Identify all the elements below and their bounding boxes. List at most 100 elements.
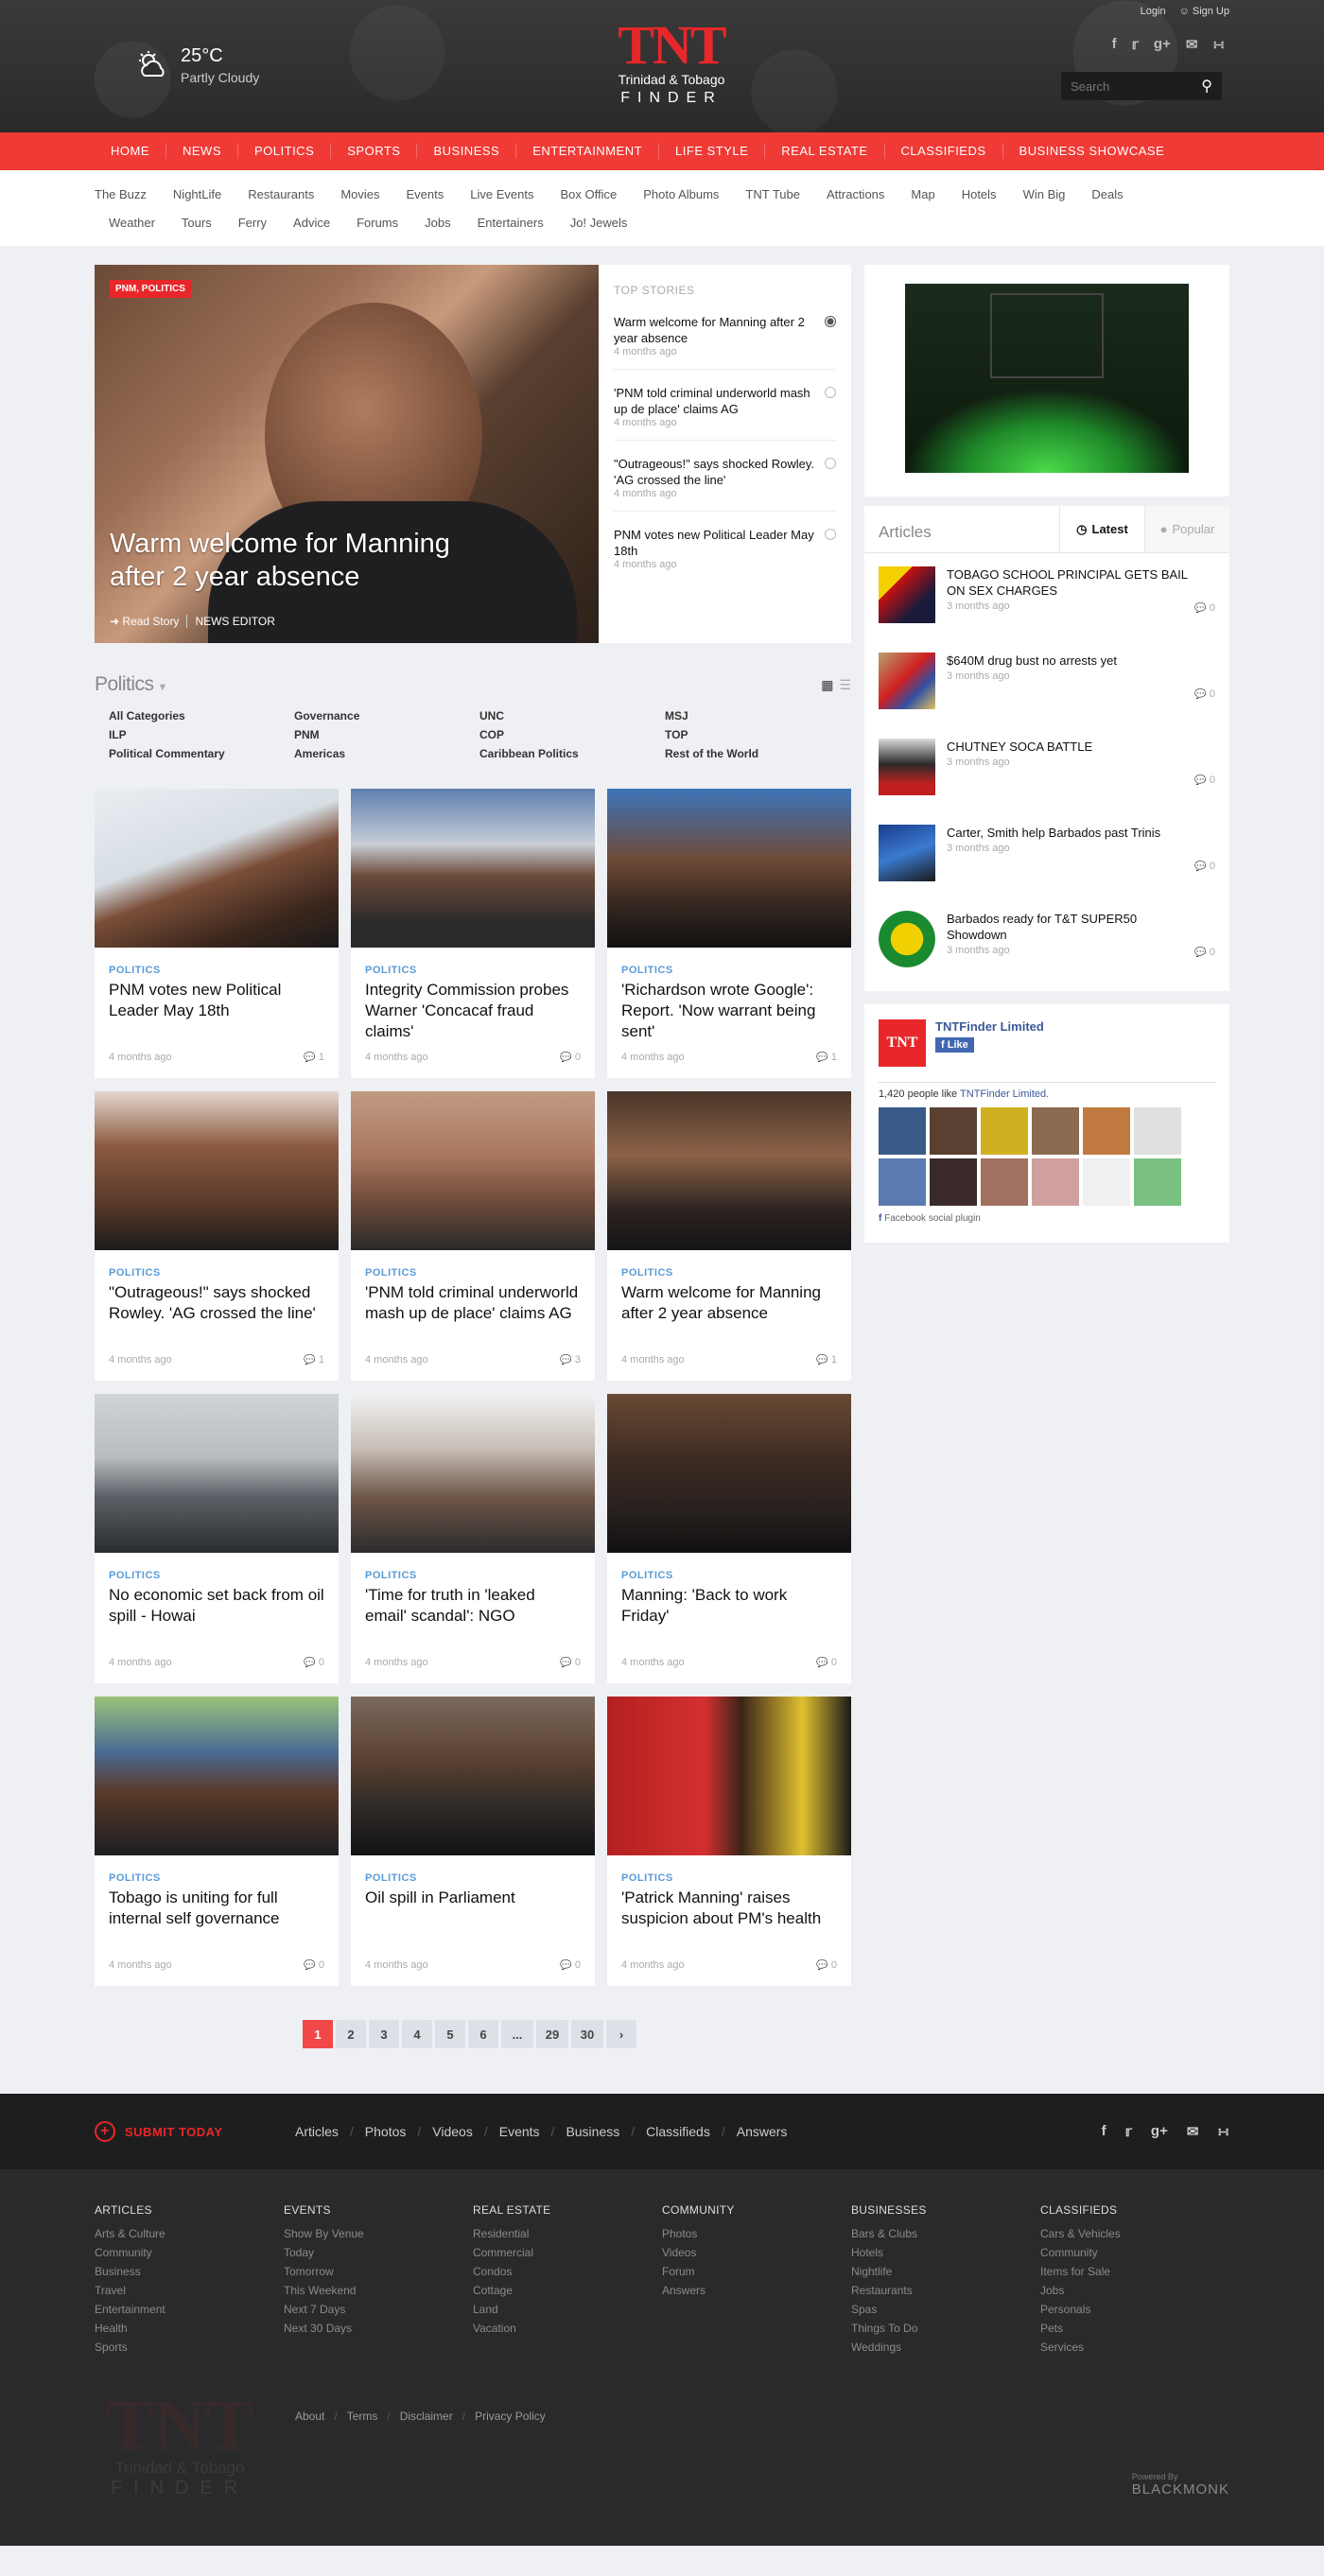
subcategory-link[interactable]: UNC [479, 709, 665, 722]
nav-item-classifieds[interactable]: CLASSIFIEDS [883, 144, 1002, 159]
comment-count[interactable]: 0 [560, 1052, 581, 1063]
article-card[interactable]: POLITICS Tobago is uniting for full inter… [95, 1697, 339, 1986]
footer-link[interactable]: Classifieds [646, 2124, 710, 2139]
google-plus-icon[interactable]: g+ [1151, 2123, 1168, 2140]
article-title[interactable]: "Outrageous!" says shocked Rowley. 'AG c… [109, 1282, 324, 1324]
footer-column-link[interactable]: Commercial [473, 2243, 662, 2262]
facebook-icon[interactable]: f [1102, 2123, 1106, 2140]
article-category[interactable]: POLITICS [621, 1267, 851, 1279]
sidebar-article[interactable]: CHUTNEY SOCA BATTLE 3 months ago 0 [864, 725, 1229, 811]
subcategory-link[interactable]: MSJ [665, 709, 850, 722]
subcategory-link[interactable]: Rest of the World [665, 747, 850, 760]
nav-item-entertainment[interactable]: ENTERTAINMENT [515, 144, 658, 159]
article-card[interactable]: POLITICS Warm welcome for Manning after 2… [607, 1091, 851, 1381]
article-title[interactable]: 'Richardson wrote Google': Report. 'Now … [621, 980, 837, 1042]
featured-tag[interactable]: PNM, POLITICS [110, 280, 191, 298]
footer-column-link[interactable]: Next 30 Days [284, 2319, 473, 2338]
email-icon[interactable]: ✉ [1187, 2123, 1199, 2140]
top-story-item[interactable]: PNM votes new Political Leader May 18th 4… [614, 523, 836, 582]
subnav-item[interactable]: Ferry [238, 216, 267, 230]
page-button[interactable]: 3 [369, 2020, 399, 2048]
subnav-item[interactable]: NightLife [173, 187, 221, 201]
subcategory-link[interactable]: COP [479, 728, 665, 741]
subnav-item[interactable]: Map [911, 187, 934, 201]
fan-avatar[interactable] [930, 1107, 977, 1155]
footer-column-link[interactable]: Pets [1040, 2319, 1229, 2338]
top-story-title[interactable]: Warm welcome for Manning after 2 year ab… [614, 314, 817, 346]
comment-count[interactable]: 0 [560, 1657, 581, 1668]
article-category[interactable]: POLITICS [109, 1570, 339, 1581]
footer-bottom-link[interactable]: Disclaimer [400, 2410, 453, 2423]
fan-avatar[interactable] [930, 1158, 977, 1206]
next-page-button[interactable]: › [606, 2020, 636, 2048]
footer-column-link[interactable]: Spas [851, 2300, 1040, 2319]
article-card[interactable]: POLITICS 'Richardson wrote Google': Repor… [607, 789, 851, 1078]
nav-item-news[interactable]: NEWS [166, 144, 237, 159]
weather-widget[interactable]: 25°C Partly Cloudy [137, 45, 259, 85]
article-thumbnail[interactable] [351, 789, 595, 948]
article-thumbnail[interactable] [607, 1091, 851, 1250]
article-card[interactable]: POLITICS 'Time for truth in 'leaked email… [351, 1394, 595, 1683]
subnav-item[interactable]: Jo! Jewels [570, 216, 628, 230]
fan-avatar[interactable] [1134, 1158, 1181, 1206]
fan-avatar[interactable] [1032, 1158, 1079, 1206]
sidebar-article-thumbnail[interactable] [879, 653, 935, 709]
rss-icon[interactable]: ∺ [1217, 2123, 1229, 2140]
sidebar-article-thumbnail[interactable] [879, 566, 935, 623]
comment-count[interactable]: 3 [560, 1354, 581, 1366]
article-card[interactable]: POLITICS PNM votes new Political Leader M… [95, 789, 339, 1078]
ad-image[interactable] [905, 284, 1189, 473]
subnav-item[interactable]: Live Events [470, 187, 533, 201]
fan-avatar[interactable] [1032, 1107, 1079, 1155]
footer-column-link[interactable]: Nightlife [851, 2262, 1040, 2281]
login-link[interactable]: Login [1141, 6, 1166, 17]
article-title[interactable]: Tobago is uniting for full internal self… [109, 1888, 324, 1929]
top-story-item[interactable]: 'PNM told criminal underworld mash up de… [614, 381, 836, 441]
footer-column-link[interactable]: Bars & Clubs [851, 2224, 1040, 2243]
footer-column-link[interactable]: Business [95, 2262, 284, 2281]
tab-latest[interactable]: ◷ Latest [1059, 506, 1144, 552]
comment-count[interactable]: 0 [560, 1959, 581, 1971]
subnav-item[interactable]: TNT Tube [745, 187, 800, 201]
subcategory-link[interactable]: Caribbean Politics [479, 747, 665, 760]
comment-count[interactable]: 1 [304, 1052, 324, 1063]
article-category[interactable]: POLITICS [365, 965, 595, 976]
sidebar-article-thumbnail[interactable] [879, 739, 935, 795]
article-category[interactable]: POLITICS [109, 1267, 339, 1279]
slide-indicator[interactable] [825, 458, 836, 469]
sidebar-article-title[interactable]: Barbados ready for T&T SUPER50 Showdown [947, 911, 1193, 943]
footer-column-link[interactable]: Entertainment [95, 2300, 284, 2319]
fan-avatar[interactable] [1083, 1158, 1130, 1206]
sidebar-article-title[interactable]: Carter, Smith help Barbados past Trinis [947, 825, 1193, 841]
article-thumbnail[interactable] [351, 1091, 595, 1250]
article-category[interactable]: POLITICS [621, 1872, 851, 1884]
footer-column-link[interactable]: Items for Sale [1040, 2262, 1229, 2281]
site-logo[interactable]: TNT Trinidad & Tobago FINDER [605, 18, 738, 107]
subnav-item[interactable]: Photo Albums [643, 187, 719, 201]
article-card[interactable]: POLITICS 'Patrick Manning' raises suspici… [607, 1697, 851, 1986]
footer-column-link[interactable]: Jobs [1040, 2281, 1229, 2300]
footer-column-link[interactable]: Videos [662, 2243, 851, 2262]
footer-link[interactable]: Photos [365, 2124, 407, 2139]
subnav-item[interactable]: The Buzz [95, 187, 147, 201]
article-title[interactable]: Integrity Commission probes Warner 'Conc… [365, 980, 581, 1042]
category-title-wrap[interactable]: Politics ▼ [95, 673, 167, 696]
subcategory-link[interactable]: Political Commentary [109, 747, 294, 760]
article-title[interactable]: 'Time for truth in 'leaked email' scanda… [365, 1585, 581, 1627]
footer-column-link[interactable]: Hotels [851, 2243, 1040, 2262]
sidebar-article-title[interactable]: $640M drug bust no arrests yet [947, 653, 1193, 669]
facebook-like-button[interactable]: f Like [935, 1037, 974, 1053]
article-thumbnail[interactable] [607, 789, 851, 948]
footer-column-link[interactable]: Cars & Vehicles [1040, 2224, 1229, 2243]
footer-bottom-link[interactable]: Terms [347, 2410, 378, 2423]
subnav-item[interactable]: Advice [293, 216, 330, 230]
sidebar-article-title[interactable]: CHUTNEY SOCA BATTLE [947, 739, 1193, 755]
grid-view-icon[interactable]: ▦ [821, 677, 833, 693]
facebook-page-logo[interactable]: TNT [879, 1019, 926, 1067]
footer-column-link[interactable]: Answers [662, 2281, 851, 2300]
article-thumbnail[interactable] [607, 1697, 851, 1855]
page-button[interactable]: ... [501, 2020, 533, 2048]
tab-popular[interactable]: ● Popular [1144, 506, 1229, 552]
article-thumbnail[interactable] [95, 1697, 339, 1855]
fan-avatar[interactable] [1083, 1107, 1130, 1155]
